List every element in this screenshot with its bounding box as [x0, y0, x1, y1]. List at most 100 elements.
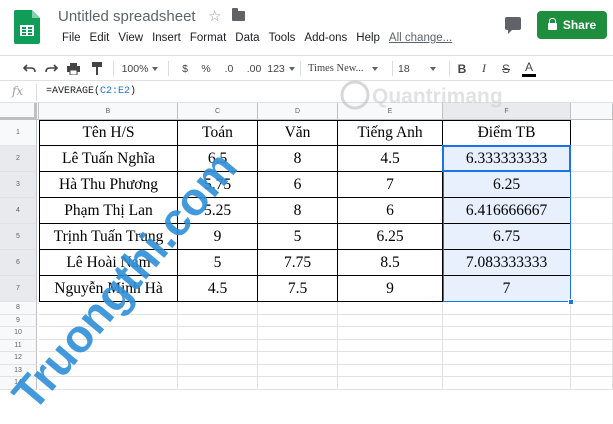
- table-cell[interactable]: Hà Thu Phương: [39, 172, 178, 198]
- redo-icon[interactable]: [42, 60, 60, 77]
- table-cell[interactable]: Nguyễn Minh Hà: [39, 276, 178, 302]
- empty-cell[interactable]: [258, 364, 338, 377]
- column-header-b[interactable]: B: [39, 103, 178, 120]
- paint-format-icon[interactable]: [88, 60, 106, 77]
- table-cell[interactable]: Trịnh Tuấn Trung: [39, 224, 178, 250]
- empty-cell[interactable]: [443, 302, 571, 315]
- table-cell[interactable]: 6.75: [443, 224, 571, 250]
- empty-cell[interactable]: [178, 352, 258, 365]
- header-cell[interactable]: Văn: [258, 120, 338, 146]
- table-cell[interactable]: 6.333333333: [443, 146, 571, 172]
- select-all-corner[interactable]: [0, 103, 37, 120]
- currency-button[interactable]: $: [178, 60, 192, 77]
- empty-cell[interactable]: [571, 198, 613, 224]
- formula-input[interactable]: =AVERAGE(C2:E2): [46, 86, 136, 97]
- empty-cell[interactable]: [338, 377, 443, 390]
- table-cell[interactable]: 4.5: [178, 276, 258, 302]
- comment-icon[interactable]: [505, 17, 521, 34]
- row-header-6[interactable]: 6: [0, 250, 37, 276]
- text-color-button[interactable]: A: [522, 60, 536, 77]
- empty-cell[interactable]: [338, 352, 443, 365]
- empty-cell[interactable]: [338, 302, 443, 315]
- table-cell[interactable]: 9: [178, 224, 258, 250]
- table-cell[interactable]: 8: [258, 146, 338, 172]
- empty-cell[interactable]: [571, 250, 613, 276]
- column-header-f[interactable]: F: [443, 103, 571, 120]
- menu-data[interactable]: Data: [231, 32, 263, 44]
- empty-cell[interactable]: [39, 327, 178, 340]
- empty-cell[interactable]: [443, 364, 571, 377]
- empty-cell[interactable]: [178, 339, 258, 352]
- italic-button[interactable]: I: [477, 60, 491, 77]
- table-cell[interactable]: 7: [338, 172, 443, 198]
- empty-cell[interactable]: [571, 364, 613, 377]
- empty-cell[interactable]: [39, 364, 178, 377]
- empty-cell[interactable]: [571, 377, 613, 390]
- menu-help[interactable]: Help: [352, 32, 384, 44]
- fill-handle[interactable]: [568, 299, 574, 305]
- menu-insert[interactable]: Insert: [148, 32, 185, 44]
- undo-icon[interactable]: [20, 60, 38, 77]
- empty-cell[interactable]: [178, 377, 258, 390]
- empty-cell[interactable]: [39, 302, 178, 315]
- row-header-10[interactable]: 10: [0, 327, 37, 340]
- menu-addons[interactable]: Add-ons: [300, 32, 351, 44]
- empty-cell[interactable]: [39, 339, 178, 352]
- empty-cell[interactable]: [571, 302, 613, 315]
- row-header-8[interactable]: 8: [0, 302, 37, 315]
- strikethrough-button[interactable]: S: [499, 60, 513, 77]
- sheets-logo-icon[interactable]: [14, 10, 40, 44]
- bold-button[interactable]: B: [455, 60, 469, 77]
- folder-icon[interactable]: [232, 8, 245, 21]
- table-cell[interactable]: 4.5: [338, 146, 443, 172]
- empty-cell[interactable]: [443, 339, 571, 352]
- table-cell[interactable]: 6.5: [178, 146, 258, 172]
- font-size-select[interactable]: 18: [398, 60, 444, 77]
- document-title[interactable]: Untitled spreadsheet: [58, 8, 196, 25]
- row-header-1[interactable]: 1: [0, 120, 37, 146]
- table-cell[interactable]: 6.416666667: [443, 198, 571, 224]
- empty-cell[interactable]: [258, 302, 338, 315]
- menu-tools[interactable]: Tools: [265, 32, 300, 44]
- empty-cell[interactable]: [571, 339, 613, 352]
- row-header-2[interactable]: 2: [0, 146, 37, 172]
- empty-cell[interactable]: [39, 352, 178, 365]
- more-formats-select[interactable]: 123: [267, 60, 295, 77]
- table-cell[interactable]: 6.25: [443, 172, 571, 198]
- column-header-c[interactable]: C: [178, 103, 258, 120]
- empty-cell[interactable]: [178, 314, 258, 327]
- table-cell[interactable]: Lê Hoài Nam: [39, 250, 178, 276]
- row-header-4[interactable]: 4: [0, 198, 37, 224]
- row-header-5[interactable]: 5: [0, 224, 37, 250]
- table-cell[interactable]: 7: [443, 276, 571, 302]
- empty-cell[interactable]: [571, 314, 613, 327]
- menu-edit[interactable]: Edit: [86, 32, 114, 44]
- header-cell[interactable]: Tiếng Anh: [338, 120, 443, 146]
- empty-cell[interactable]: [443, 314, 571, 327]
- header-cell[interactable]: Điểm TB: [443, 120, 571, 146]
- table-cell[interactable]: 8: [258, 198, 338, 224]
- table-cell[interactable]: 9: [338, 276, 443, 302]
- table-cell[interactable]: 6.25: [338, 224, 443, 250]
- header-cell[interactable]: Toán: [178, 120, 258, 146]
- empty-cell[interactable]: [571, 276, 613, 302]
- empty-cell[interactable]: [39, 377, 178, 390]
- table-cell[interactable]: 8.5: [338, 250, 443, 276]
- empty-cell[interactable]: [258, 314, 338, 327]
- table-cell[interactable]: 7.75: [258, 250, 338, 276]
- table-cell[interactable]: 6: [258, 172, 338, 198]
- header-cell[interactable]: Tên H/S: [39, 120, 178, 146]
- zoom-select[interactable]: 100%: [118, 60, 162, 77]
- print-icon[interactable]: [64, 60, 82, 77]
- empty-cell[interactable]: [258, 352, 338, 365]
- empty-cell[interactable]: [258, 339, 338, 352]
- star-icon[interactable]: ☆: [208, 7, 221, 25]
- empty-cell[interactable]: [338, 314, 443, 327]
- row-header-12[interactable]: 12: [0, 352, 37, 365]
- empty-cell[interactable]: [443, 327, 571, 340]
- empty-cell[interactable]: [338, 327, 443, 340]
- empty-cell[interactable]: [258, 327, 338, 340]
- empty-cell[interactable]: [443, 377, 571, 390]
- column-header-e[interactable]: E: [338, 103, 443, 120]
- empty-cell[interactable]: [178, 302, 258, 315]
